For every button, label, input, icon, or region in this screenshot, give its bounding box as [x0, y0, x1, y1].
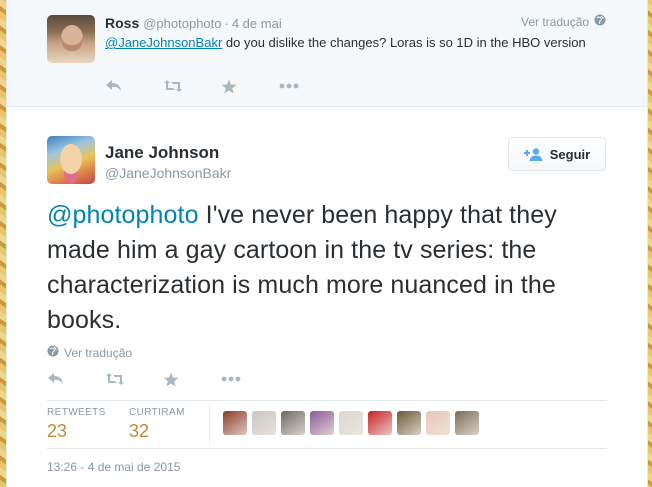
favoriter-avatar[interactable]: [368, 411, 392, 435]
author-name[interactable]: Jane Johnson: [105, 143, 219, 163]
translate-link[interactable]: Ver tradução: [47, 345, 132, 360]
favoriter-avatars: [223, 411, 479, 435]
retweets-stat[interactable]: RETWEETS 23: [47, 407, 106, 442]
more-button[interactable]: [279, 76, 337, 96]
favorite-icon: [163, 372, 179, 386]
parent-tweet-text: @JaneJohnsonBakr do you dislike the chan…: [105, 34, 605, 52]
tweet-text: @photophoto I've never been happy that t…: [47, 198, 607, 338]
reply-button[interactable]: [105, 76, 163, 96]
favorites-stat[interactable]: CURTIRAM 32: [129, 407, 185, 442]
retweets-count[interactable]: 23: [47, 421, 106, 442]
more-icon: [221, 376, 241, 382]
author-name[interactable]: Ross: [105, 15, 139, 31]
more-icon: [279, 83, 299, 89]
tweet-card: Ross @photophoto · 4 de mai Ver tradução @J…: [6, 0, 648, 487]
favorite-button[interactable]: [163, 369, 221, 389]
retweet-icon: [106, 373, 124, 385]
add-user-icon: [523, 147, 543, 161]
tweet-stats: RETWEETS 23 CURTIRAM 32: [47, 400, 607, 449]
avatar[interactable]: [47, 136, 95, 184]
parent-tweet[interactable]: Ross @photophoto · 4 de mai Ver tradução @J…: [7, 0, 647, 107]
reply-icon: [48, 373, 63, 384]
translate-link[interactable]: Ver tradução: [521, 14, 606, 29]
tweet-date[interactable]: 4 de mai: [232, 16, 282, 31]
parent-tweet-author[interactable]: Ross @photophoto · 4 de mai: [105, 15, 282, 31]
favoriter-avatar[interactable]: [310, 411, 334, 435]
favorite-button[interactable]: [221, 76, 279, 96]
globe-icon: [594, 14, 606, 29]
favorite-icon: [221, 79, 237, 93]
translate-label[interactable]: Ver tradução: [64, 346, 132, 360]
favoriter-avatar[interactable]: [339, 411, 363, 435]
avatar[interactable]: [47, 15, 95, 63]
retweet-button[interactable]: [105, 369, 163, 389]
tweet-text: do you dislike the changes? Loras is so …: [222, 35, 586, 50]
follow-label[interactable]: Seguir: [550, 147, 590, 162]
reply-button[interactable]: [47, 369, 105, 389]
separator: ·: [224, 16, 229, 31]
favoriter-avatar[interactable]: [223, 411, 247, 435]
more-button[interactable]: [221, 369, 279, 389]
retweets-label: RETWEETS: [47, 407, 106, 418]
favoriter-avatar[interactable]: [426, 411, 450, 435]
parent-tweet-actions: [105, 76, 337, 96]
favoriter-avatar[interactable]: [397, 411, 421, 435]
tweet-actions: [47, 369, 279, 389]
translate-label[interactable]: Ver tradução: [521, 15, 589, 29]
favoriter-avatar[interactable]: [281, 411, 305, 435]
favorites-label: CURTIRAM: [129, 407, 185, 418]
retweet-icon: [164, 80, 182, 92]
reply-icon: [106, 80, 121, 91]
favorites-count[interactable]: 32: [129, 421, 185, 442]
globe-icon: [47, 345, 59, 360]
follow-button[interactable]: Seguir: [508, 137, 606, 171]
author-handle[interactable]: @photophoto: [143, 16, 221, 31]
tweet-timestamp[interactable]: 13:26 - 4 de mai de 2015: [47, 460, 180, 474]
retweet-button[interactable]: [163, 76, 221, 96]
favoriter-avatar[interactable]: [252, 411, 276, 435]
author-handle[interactable]: @JaneJohnsonBakr: [105, 165, 231, 181]
mention-link[interactable]: @JaneJohnsonBakr: [105, 35, 222, 50]
mention-link[interactable]: @photophoto: [47, 201, 199, 229]
favoriter-avatar[interactable]: [455, 411, 479, 435]
divider: [209, 405, 210, 443]
